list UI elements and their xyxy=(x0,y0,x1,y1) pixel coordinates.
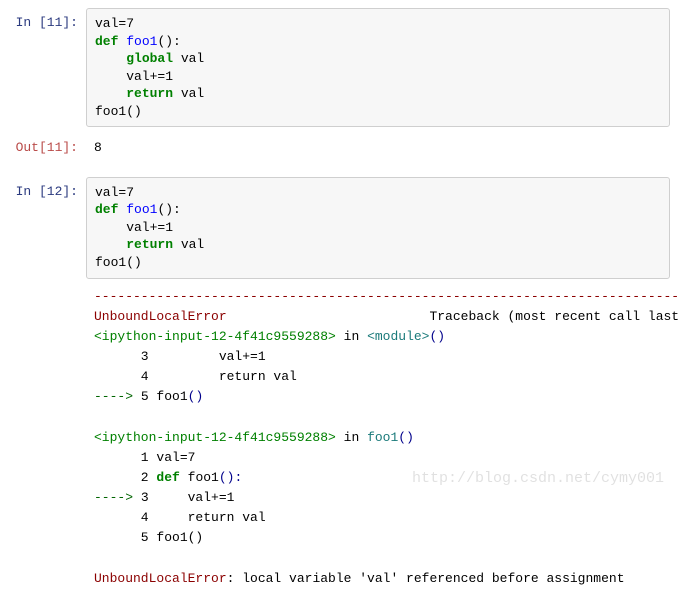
call: foo1() xyxy=(95,104,142,119)
spacer xyxy=(8,169,670,177)
error-name-final: UnboundLocalError xyxy=(94,571,227,586)
paren: (): xyxy=(157,202,180,217)
tb-line: 1 val=7 xyxy=(94,450,195,465)
kw-def: def xyxy=(156,470,187,485)
tb-frame2-loc: foo1 xyxy=(367,430,398,445)
tb-separator: ----------------------------------------… xyxy=(94,289,678,304)
output-cell-12: ----------------------------------------… xyxy=(8,285,670,593)
tb-paren: () xyxy=(429,329,445,344)
tb-line: 5 foo1() xyxy=(94,530,203,545)
op: += xyxy=(150,220,166,235)
fn-name: foo1 xyxy=(126,34,157,49)
paren: (): xyxy=(157,34,180,49)
kw-def: def xyxy=(95,34,118,49)
num: 1 xyxy=(165,69,173,84)
tb-line: 4 return val xyxy=(94,510,266,525)
kw-global: global xyxy=(126,51,173,66)
num: 7 xyxy=(126,185,134,200)
tb-frame2-src: <ipython-input-12-4f41c9559288> xyxy=(94,430,336,445)
fn-name: foo1 xyxy=(126,202,157,217)
tb-arrow: ----> xyxy=(94,389,141,404)
tb-frame1-loc: <module> xyxy=(367,329,429,344)
indent xyxy=(95,237,126,252)
num: 7 xyxy=(126,16,134,31)
paren: (): xyxy=(219,470,242,485)
input-cell-12: In [12]: val=7 def foo1(): val+=1 return… xyxy=(8,177,670,279)
input-cell-11: In [11]: val=7 def foo1(): global val va… xyxy=(8,8,670,127)
tb-call: foo1 xyxy=(156,389,187,404)
traceback-area: ----------------------------------------… xyxy=(86,285,678,593)
num: 1 xyxy=(165,220,173,235)
in-prompt-12: In [12]: xyxy=(8,177,86,201)
tb-lineno: 5 xyxy=(141,389,157,404)
out-prompt-11: Out[11]: xyxy=(8,133,86,157)
tb-line: val+=1 xyxy=(156,490,234,505)
empty-prompt xyxy=(8,285,86,291)
kw-return: return xyxy=(126,86,173,101)
code-area-12[interactable]: val=7 def foo1(): val+=1 return val foo1… xyxy=(86,177,670,279)
var: val xyxy=(95,69,150,84)
tb-paren: () xyxy=(398,430,414,445)
error-name: UnboundLocalError xyxy=(94,309,227,324)
op: += xyxy=(150,69,166,84)
tb-in: in xyxy=(336,430,367,445)
tb-lineno: 2 xyxy=(94,470,156,485)
tb-paren: () xyxy=(188,389,204,404)
tb-line: 3 val+=1 xyxy=(94,349,266,364)
var: val xyxy=(173,51,204,66)
indent xyxy=(95,51,126,66)
tb-frame1-src: <ipython-input-12-4f41c9559288> xyxy=(94,329,336,344)
code-area-11[interactable]: val=7 def foo1(): global val val+=1 retu… xyxy=(86,8,670,127)
in-prompt-11: In [11]: xyxy=(8,8,86,32)
tb-in: in xyxy=(336,329,367,344)
fn-name: foo1 xyxy=(188,470,219,485)
var: val xyxy=(173,86,204,101)
output-value-11: 8 xyxy=(86,133,670,163)
tb-arrow: ----> xyxy=(94,490,141,505)
call: foo1() xyxy=(95,255,142,270)
tb-header-rest: Traceback (most recent call last) xyxy=(227,309,678,324)
code-text: val xyxy=(95,16,118,31)
output-cell-11: Out[11]: 8 xyxy=(8,133,670,163)
error-msg: : local variable 'val' referenced before… xyxy=(227,571,625,586)
var: val xyxy=(95,220,150,235)
var: val xyxy=(173,237,204,252)
tb-line: 4 return val xyxy=(94,369,297,384)
tb-lineno: 3 xyxy=(141,490,157,505)
var: val xyxy=(95,185,118,200)
indent xyxy=(95,86,126,101)
kw-def: def xyxy=(95,202,118,217)
kw-return: return xyxy=(126,237,173,252)
